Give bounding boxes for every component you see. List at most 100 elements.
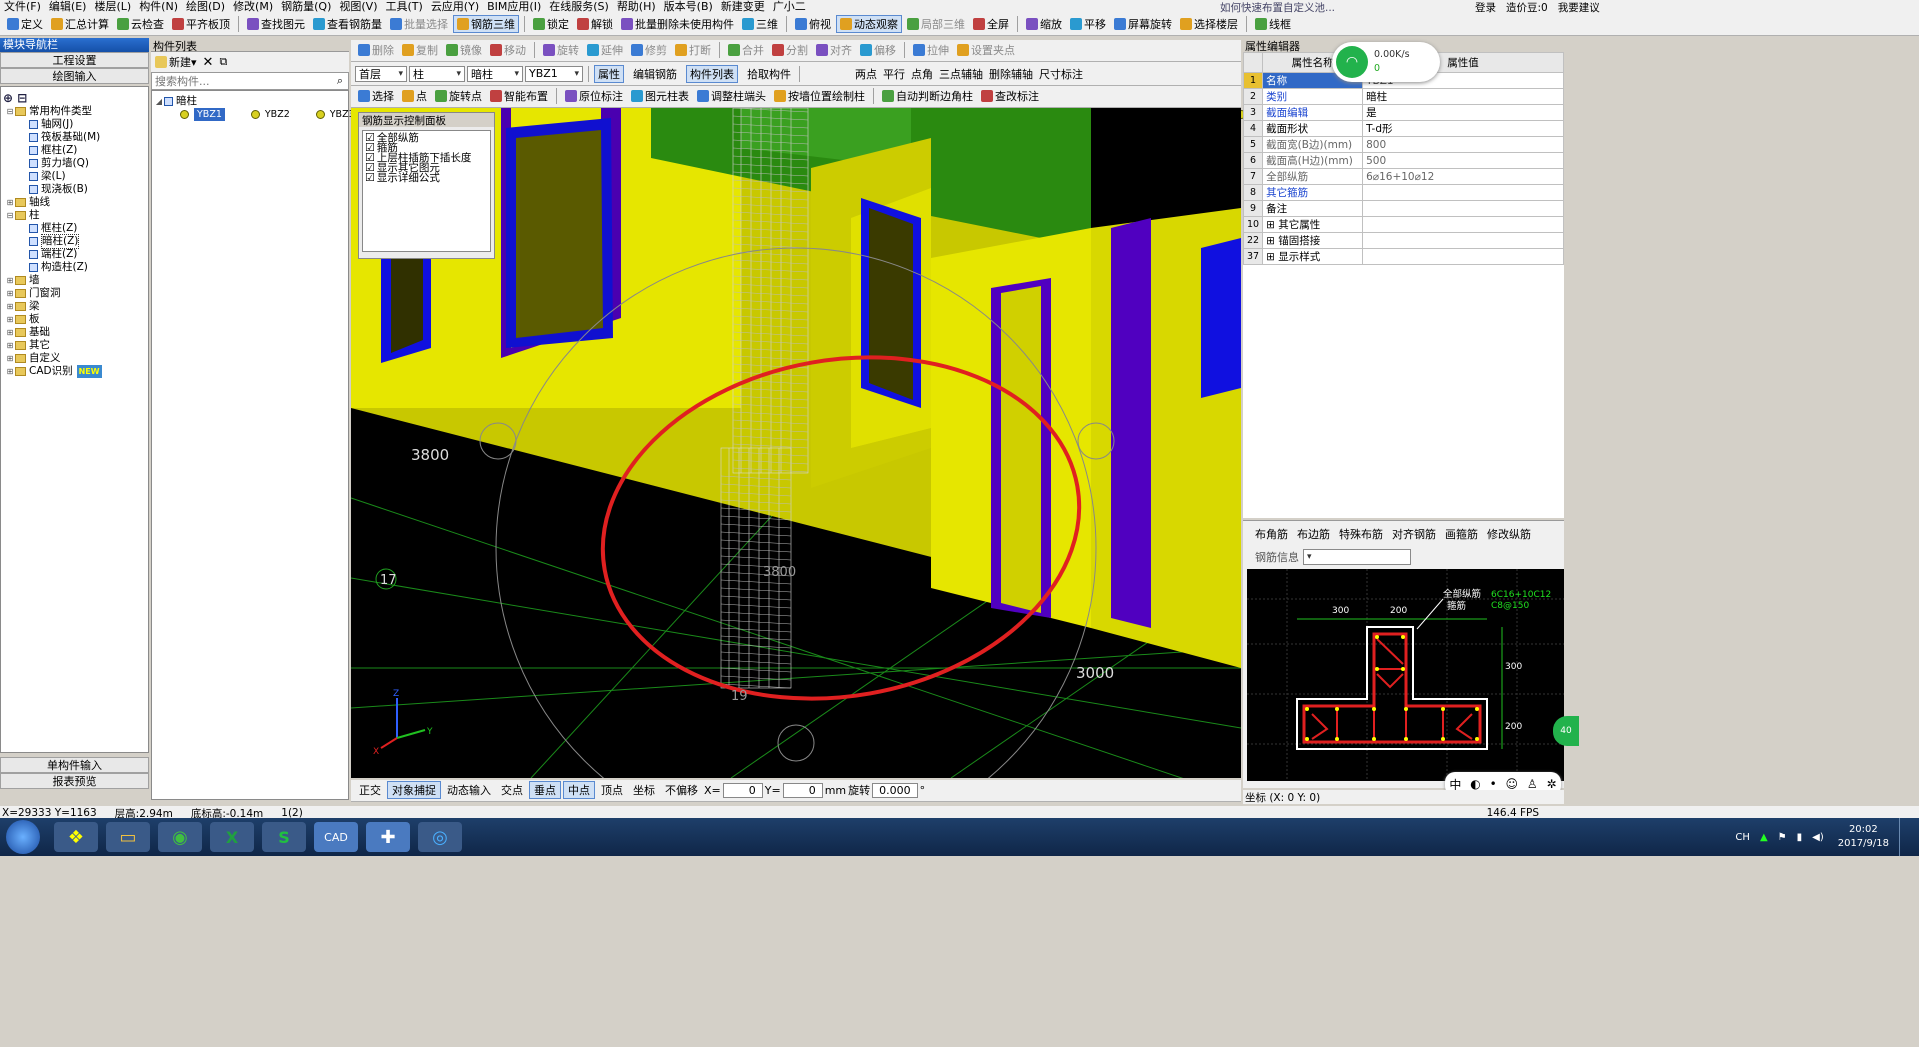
wps-icon[interactable]: S (262, 822, 306, 852)
snap-button[interactable]: 交点 (497, 782, 527, 798)
toolbar-button[interactable]: 全屏 (970, 16, 1012, 32)
toolbar-button[interactable]: 平齐板顶 (169, 16, 233, 32)
menu-item[interactable]: 视图(V) (335, 1, 381, 13)
expand-icon[interactable]: ⊞ (5, 274, 15, 287)
type-select[interactable]: 柱 (409, 65, 465, 82)
toolbar-button[interactable]: 钢筋三维 (453, 15, 519, 33)
new-button[interactable]: 新建 ▾ (155, 54, 197, 70)
excel-icon[interactable]: X (210, 822, 254, 852)
menu-item[interactable]: 构件(N) (135, 1, 182, 13)
user-icon[interactable]: ☺ (1506, 777, 1519, 791)
menu-item[interactable]: 帮助(H) (613, 1, 660, 13)
collapse-icon[interactable]: ⊟ (5, 209, 15, 222)
axis-tool-button[interactable]: 删除辅轴 (989, 66, 1033, 82)
menu-item[interactable]: BIM应用(I) (483, 1, 545, 13)
network-widget[interactable]: ◠ 0.00K/s 0 (1332, 42, 1440, 82)
prop-value[interactable]: 6⌀16+10⌀12 (1362, 168, 1564, 185)
toolbar-button[interactable]: 设置夹点 (954, 42, 1018, 58)
nav-tree-item[interactable]: ⊟ 常用构件类型 (3, 105, 146, 118)
expand-icon[interactable]: ⊞ (1266, 219, 1278, 231)
rebar-option[interactable]: ☑ 显示详细公式 (365, 172, 488, 183)
nav-tree-item[interactable]: ⊞ 门窗洞 (3, 287, 146, 300)
menu-item[interactable]: 广小二 (769, 1, 810, 13)
nav-tree-item[interactable]: ⊞ 基础 (3, 326, 146, 339)
toolbar-button[interactable]: 动态观察 (836, 15, 902, 33)
expand-icon[interactable]: ⊞ (1266, 251, 1278, 263)
nav-tree-item[interactable]: 框柱(Z) (3, 144, 146, 157)
menu-item[interactable]: 新建变更 (717, 1, 769, 13)
prop-row[interactable]: 3 截面编辑 是 (1242, 104, 1564, 121)
expand-icon[interactable]: ⊞ (5, 313, 15, 326)
nav-tree-item[interactable]: ⊞ 板 (3, 313, 146, 326)
nav-tree-item[interactable]: 剪力墙(Q) (3, 157, 146, 170)
toolbar-button[interactable]: 批量删除未使用构件 (618, 16, 737, 32)
rebar-info-select[interactable] (1303, 549, 1411, 565)
menu-item[interactable]: 修改(M) (229, 1, 277, 13)
prop-value[interactable] (1362, 216, 1564, 233)
toolbar-button[interactable]: 复制 (399, 42, 441, 58)
side-badge[interactable]: 40 (1553, 716, 1579, 746)
toolbar-button[interactable]: 自动判断边角柱 (879, 88, 976, 104)
tip-link[interactable]: 如何快速布置自定义池... (1220, 0, 1335, 15)
prop-value[interactable]: 是 (1362, 104, 1564, 121)
toolbar-button[interactable]: 云检查 (114, 16, 167, 32)
volume-icon[interactable]: ◀) (1812, 832, 1824, 843)
nav-tree-item[interactable]: 暗柱(Z) (3, 234, 146, 249)
single-comp-input-button[interactable]: 单构件输入 (0, 757, 149, 773)
expand-icon[interactable]: ⊞ (5, 352, 15, 365)
toolbar-button[interactable]: 图元柱表 (628, 88, 692, 104)
collapse-icon[interactable]: ⊟ (5, 105, 15, 118)
axis-tool-button[interactable]: 尺寸标注 (1039, 66, 1083, 82)
menu-item[interactable]: 绘图(D) (182, 1, 229, 13)
toolbar-button[interactable]: 拉伸 (910, 42, 952, 58)
toolbar-button[interactable]: 移动 (487, 42, 529, 58)
comp-toolbar-button[interactable]: 拾取构件 (744, 66, 794, 82)
lang-indicator[interactable]: CH (1735, 832, 1750, 843)
ie-icon[interactable]: ◎ (418, 822, 462, 852)
prop-value[interactable]: T-d形 (1362, 120, 1564, 137)
toolbar-button[interactable]: 镜像 (443, 42, 485, 58)
toolbar-button[interactable]: 原位标注 (562, 88, 626, 104)
prop-row[interactable]: 22 ⊞ 锚固搭接 (1242, 232, 1564, 249)
nav-tree-item[interactable]: 端柱(Z) (3, 248, 146, 261)
comp-toolbar-button[interactable]: 属性 (594, 64, 624, 83)
folder-icon[interactable]: ▭ (106, 822, 150, 852)
prop-row[interactable]: 37 ⊞ 显示样式 (1242, 248, 1564, 265)
subtype-select[interactable]: 暗柱 (467, 65, 523, 82)
toolbar-button[interactable]: 局部三维 (904, 16, 968, 32)
toolbar-button[interactable]: 锁定 (530, 16, 572, 32)
drawing-input-button[interactable]: 绘图输入 (0, 68, 149, 84)
toolbar-button[interactable]: 线框 (1252, 16, 1294, 32)
expand-collapse-icon[interactable]: ⊕ ⊟ (3, 91, 146, 105)
toolbar-button[interactable]: 选择楼层 (1177, 16, 1241, 32)
shirt-icon[interactable]: ♙ (1527, 777, 1538, 791)
prop-value[interactable] (1362, 200, 1564, 217)
toolbar-button[interactable]: 查看钢筋量 (310, 16, 385, 32)
toolbar-button[interactable]: 批量选择 (387, 16, 451, 32)
snap-button[interactable]: 正交 (355, 782, 385, 798)
snap-button[interactable]: 垂点 (529, 781, 561, 799)
moon-icon[interactable]: ◐ (1470, 777, 1480, 791)
prop-value[interactable]: 500 (1362, 152, 1564, 169)
prop-value[interactable] (1362, 248, 1564, 265)
prop-row[interactable]: 9 备注 (1242, 200, 1564, 217)
nav-tree-item[interactable]: 筏板基础(M) (3, 131, 146, 144)
toolbar-button[interactable]: 点 (399, 88, 430, 104)
prop-row[interactable]: 6 截面高(H边)(mm) 500 (1242, 152, 1564, 169)
snap-button[interactable]: 顶点 (597, 782, 627, 798)
show-desktop[interactable] (1899, 818, 1909, 856)
flag-icon[interactable]: ⚑ (1778, 832, 1787, 843)
toolbar-button[interactable]: 查找图元 (244, 16, 308, 32)
checkbox-checked-icon[interactable]: ☑ (365, 172, 375, 183)
project-settings-button[interactable]: 工程设置 (0, 52, 149, 68)
nav-tree-item[interactable]: ⊟ 柱 (3, 209, 146, 222)
snap-button[interactable]: 对象捕捉 (387, 781, 441, 799)
clock[interactable]: 20:02 2017/9/18 (1838, 823, 1889, 851)
snap-button[interactable]: 动态输入 (443, 782, 495, 798)
toolbar-button[interactable]: 对齐 (813, 42, 855, 58)
settings-icon[interactable]: ✲ (1547, 777, 1557, 791)
delete-icon[interactable]: ✕ (203, 55, 214, 70)
toolbar-button[interactable]: 合并 (725, 42, 767, 58)
expand-icon[interactable]: ⊞ (5, 196, 15, 209)
nav-tree-item[interactable]: 轴网(J) (3, 118, 146, 131)
